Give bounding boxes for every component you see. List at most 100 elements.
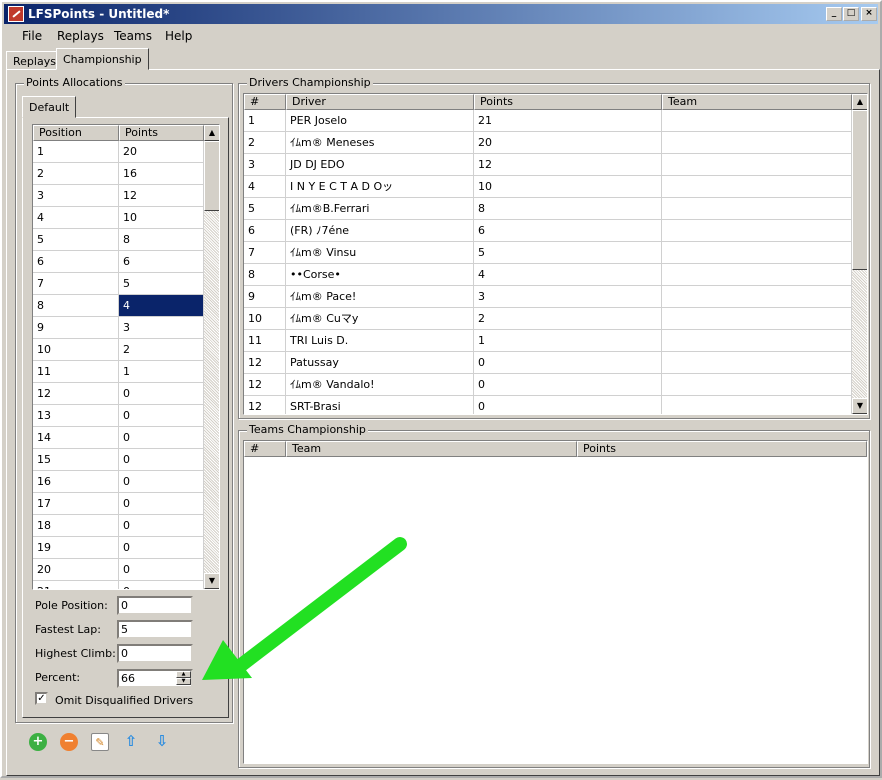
highest-climb-input[interactable]: 0 [117,644,193,663]
position-cell[interactable]: 11 [33,361,119,383]
table-row[interactable]: 120 [33,141,204,163]
position-cell[interactable]: 12 [33,383,119,405]
table-row[interactable]: 17 0 [33,493,204,515]
points-cell[interactable]: 4 [119,295,204,317]
driver-cell[interactable]: PER Joselo [286,110,474,132]
scroll-up-icon[interactable]: ▲ [204,125,219,141]
position-cell[interactable]: 2 [33,163,119,185]
percent-input[interactable]: 66 ▲ ▼ [117,669,193,688]
position-cell[interactable]: 6 [33,251,119,273]
team-cell[interactable] [662,154,852,176]
points-cell[interactable]: 0 [119,559,204,581]
driver-cell[interactable]: ｲﾑm® Pace! [286,286,474,308]
points-cell[interactable]: 0 [119,493,204,515]
rank-cell[interactable]: 8 [244,264,286,286]
position-cell[interactable]: 10 [33,339,119,361]
maximize-button[interactable]: □ [843,7,859,21]
points-cell[interactable]: 6 [119,251,204,273]
team-cell[interactable] [662,286,852,308]
table-row[interactable]: 84 [33,295,204,317]
position-cell[interactable]: 16 [33,471,119,493]
points-cell[interactable]: 0 [474,352,662,374]
driver-cell[interactable]: JD DJ EDO [286,154,474,176]
column-header-rank[interactable]: # [244,441,286,457]
table-row[interactable]: 1 PER Joselo 21 [244,110,852,132]
omit-disqualified-checkbox[interactable]: ✓ [35,692,48,705]
position-cell[interactable]: 4 [33,207,119,229]
scroll-down-icon[interactable]: ▼ [852,398,867,414]
scroll-down-icon[interactable]: ▼ [204,573,219,589]
rank-cell[interactable]: 10 [244,308,286,330]
table-row[interactable]: 10 ｲﾑm® Cuマy 2 [244,308,852,330]
table-row[interactable]: 4 10 [33,207,204,229]
driver-cell[interactable]: SRT-Brasi [286,396,474,414]
driver-cell[interactable]: ｲﾑm® Cuマy [286,308,474,330]
position-cell[interactable]: 9 [33,317,119,339]
rank-cell[interactable]: 7 [244,242,286,264]
points-cell[interactable]: 2 [474,308,662,330]
team-cell[interactable] [662,264,852,286]
table-row[interactable]: 15 0 [33,449,204,471]
points-cell[interactable]: 12 [474,154,662,176]
team-cell[interactable] [662,132,852,154]
table-row[interactable]: 6 (FR) ﾉ7éne 6 [244,220,852,242]
team-cell[interactable] [662,220,852,242]
table-row[interactable]: 2 ｲﾑm® Meneses 20 [244,132,852,154]
table-row[interactable]: 16 0 [33,471,204,493]
move-up-icon[interactable]: ⇧ [122,733,140,751]
points-cell[interactable]: 0 [119,449,204,471]
points-cell[interactable]: 0 [119,537,204,559]
rank-cell[interactable]: 12 [244,396,286,414]
position-cell[interactable]: 14 [33,427,119,449]
position-cell[interactable]: 3 [33,185,119,207]
rank-cell[interactable]: 2 [244,132,286,154]
driver-cell[interactable]: (FR) ﾉ7éne [286,220,474,242]
table-row[interactable]: 10 2 [33,339,204,361]
table-row[interactable]: 66 [33,251,204,273]
remove-icon[interactable]: − [60,733,78,751]
points-cell[interactable]: 21 [474,110,662,132]
team-cell[interactable] [662,176,852,198]
rank-cell[interactable]: 3 [244,154,286,176]
driver-cell[interactable]: Patussay [286,352,474,374]
table-row[interactable]: 93 [33,317,204,339]
points-cell[interactable]: 2 [119,339,204,361]
points-cell[interactable]: 20 [119,141,204,163]
points-cell[interactable]: 0 [474,396,662,414]
points-cell[interactable]: 0 [119,383,204,405]
position-cell[interactable]: 13 [33,405,119,427]
scroll-up-icon[interactable]: ▲ [852,94,867,110]
driver-cell[interactable]: ｲﾑm® Vinsu [286,242,474,264]
table-row[interactable]: 12 SRT-Brasi 0 [244,396,852,414]
points-cell[interactable]: 0 [119,427,204,449]
scroll-thumb[interactable] [852,110,867,270]
pole-position-input[interactable]: 0 [117,596,193,615]
close-button[interactable]: × [861,7,877,21]
menu-file[interactable]: File [22,29,42,43]
position-cell[interactable]: 1 [33,141,119,163]
rank-cell[interactable]: 5 [244,198,286,220]
team-cell[interactable] [662,242,852,264]
move-down-icon[interactable]: ⇩ [153,733,171,751]
column-header-points[interactable]: Points [474,94,662,110]
team-cell[interactable] [662,374,852,396]
team-cell[interactable] [662,308,852,330]
points-cell[interactable]: 20 [474,132,662,154]
team-cell[interactable] [662,110,852,132]
table-row[interactable]: 8 ••Corse• 4 [244,264,852,286]
points-cell[interactable]: 0 [119,471,204,493]
position-cell[interactable]: 15 [33,449,119,471]
table-row[interactable]: 12 ｲﾑm® Vandalo! 0 [244,374,852,396]
points-cell[interactable]: 10 [119,207,204,229]
table-row[interactable]: 11 1 [33,361,204,383]
add-icon[interactable]: + [29,733,47,751]
points-cell[interactable]: 16 [119,163,204,185]
team-cell[interactable] [662,330,852,352]
table-row[interactable]: 7 ｲﾑm® Vinsu 5 [244,242,852,264]
table-row[interactable]: 9 ｲﾑm® Pace! 3 [244,286,852,308]
position-cell[interactable]: 17 [33,493,119,515]
rank-cell[interactable]: 6 [244,220,286,242]
tab-replays[interactable]: Replays [6,51,63,70]
percent-spinner[interactable]: ▲ ▼ [176,671,191,686]
points-scrollbar[interactable]: ▲ ▼ [204,125,219,589]
